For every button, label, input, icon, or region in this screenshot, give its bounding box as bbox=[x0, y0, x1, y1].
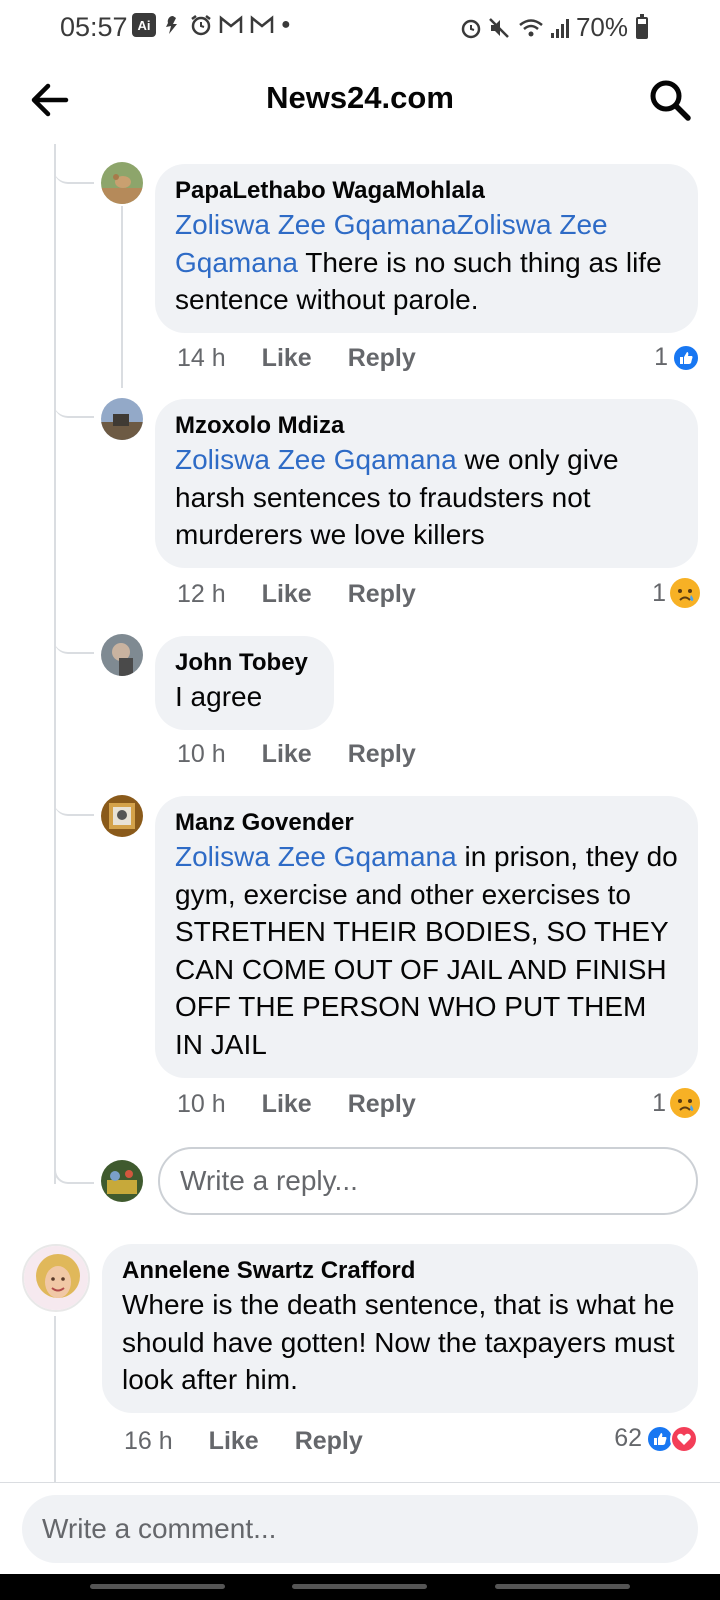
comment-bubble: Mzoxolo Mdiza Zoliswa Zee Gqamana we onl… bbox=[155, 399, 698, 568]
like-reaction-icon bbox=[672, 343, 700, 372]
comment-time[interactable]: 10 h bbox=[177, 740, 226, 769]
reply-button[interactable]: Reply bbox=[348, 580, 416, 609]
avatar[interactable] bbox=[101, 162, 143, 204]
sad-reaction-icon bbox=[670, 1088, 700, 1118]
reaction-summary[interactable]: 1 bbox=[652, 578, 700, 608]
nav-home-button[interactable] bbox=[292, 1584, 427, 1589]
mention-link[interactable]: Zoliswa Zee Gqamana bbox=[175, 444, 457, 475]
thread-branch bbox=[54, 160, 94, 184]
comment-bubble: Manz Govender Zoliswa Zee Gqamana in pri… bbox=[155, 796, 698, 1078]
thread-branch bbox=[54, 790, 94, 816]
avatar[interactable] bbox=[22, 1244, 90, 1312]
reaction-summary[interactable]: 1 bbox=[654, 343, 700, 372]
love-reaction-icon bbox=[670, 1424, 698, 1453]
comment-actions: 16 h Like Reply bbox=[124, 1427, 363, 1456]
comment-actions: 10 h Like Reply bbox=[177, 1090, 416, 1119]
comment-text: Zoliswa Zee Gqamana in prison, they do g… bbox=[175, 841, 678, 1060]
comment-input[interactable]: Write a comment... bbox=[22, 1495, 698, 1563]
battery-level bbox=[638, 23, 646, 37]
current-user-avatar bbox=[101, 1160, 143, 1202]
search-button[interactable] bbox=[646, 76, 694, 124]
reaction-count: 1 bbox=[652, 1088, 666, 1117]
page-title: News24.com bbox=[266, 80, 454, 115]
thread-line-main bbox=[54, 144, 56, 1184]
comment-author[interactable]: PapaLethabo WagaMohlala bbox=[175, 176, 678, 206]
comment-text: Zoliswa Zee Gqamana we only give harsh s… bbox=[175, 444, 619, 550]
reaction-summary[interactable]: 62 bbox=[614, 1424, 698, 1453]
comment-time[interactable]: 14 h bbox=[177, 344, 226, 373]
divider bbox=[0, 1482, 720, 1483]
comment-actions: 14 h Like Reply bbox=[177, 344, 416, 373]
nav-recents-button[interactable] bbox=[90, 1584, 225, 1589]
like-button[interactable]: Like bbox=[262, 580, 312, 609]
avatar[interactable] bbox=[101, 398, 143, 440]
wifi-icon bbox=[518, 15, 544, 41]
sad-reaction-icon bbox=[670, 578, 700, 608]
thread-branch bbox=[54, 392, 94, 418]
thread-branch bbox=[54, 1162, 94, 1184]
gmail-icon bbox=[250, 12, 274, 38]
signal-icon bbox=[550, 15, 570, 41]
thread-line-bottom bbox=[54, 1316, 56, 1482]
nav-back-button[interactable] bbox=[495, 1584, 630, 1589]
battery-icon bbox=[636, 13, 648, 39]
comment-author[interactable]: John Tobey bbox=[175, 648, 314, 678]
comment-bubble: PapaLethabo WagaMohlala Zoliswa Zee Gqam… bbox=[155, 164, 698, 333]
comment-author[interactable]: Mzoxolo Mdiza bbox=[175, 411, 678, 441]
alarm-icon bbox=[460, 15, 482, 41]
more-notifications-dot-icon: ● bbox=[281, 16, 291, 33]
comment-text: I agree bbox=[175, 681, 263, 712]
reply-button[interactable]: Reply bbox=[295, 1427, 363, 1456]
gmail-icon bbox=[219, 12, 243, 38]
reply-button[interactable]: Reply bbox=[348, 1090, 416, 1119]
like-button[interactable]: Like bbox=[262, 740, 312, 769]
reply-button[interactable]: Reply bbox=[348, 740, 416, 769]
reaction-count: 1 bbox=[654, 343, 668, 371]
ai-app-icon: Ai bbox=[132, 13, 156, 37]
system-icons: 70% bbox=[460, 12, 648, 43]
comment-author[interactable]: Annelene Swartz Crafford bbox=[122, 1256, 678, 1286]
search-icon bbox=[650, 80, 691, 121]
comment-bubble: John Tobey I agree bbox=[155, 636, 334, 730]
alarm-icon bbox=[190, 12, 212, 38]
comment-text: Zoliswa Zee GqamanaZoliswa Zee Gqamana T… bbox=[175, 209, 662, 315]
reply-button[interactable]: Reply bbox=[348, 344, 416, 373]
mute-icon bbox=[488, 15, 512, 41]
comment-actions: 12 h Like Reply bbox=[177, 580, 416, 609]
app-notification-icon bbox=[163, 12, 183, 38]
reaction-summary[interactable]: 1 bbox=[652, 1088, 700, 1118]
like-button[interactable]: Like bbox=[262, 1090, 312, 1119]
mention-link[interactable]: Zoliswa Zee Gqamana bbox=[175, 841, 457, 872]
thread-line-reply bbox=[121, 206, 123, 388]
thread-branch bbox=[54, 628, 94, 654]
app-header: News24.com bbox=[0, 60, 720, 144]
avatar[interactable] bbox=[101, 795, 143, 837]
avatar[interactable] bbox=[101, 634, 143, 676]
comment-time[interactable]: 12 h bbox=[177, 580, 226, 609]
like-button[interactable]: Like bbox=[262, 344, 312, 373]
reaction-count: 62 bbox=[614, 1424, 642, 1452]
status-time: 05:57 bbox=[60, 12, 128, 42]
comment-actions: 10 h Like Reply bbox=[177, 740, 416, 769]
reaction-count: 1 bbox=[652, 578, 666, 607]
notification-icons: Ai ● bbox=[132, 12, 291, 38]
like-button[interactable]: Like bbox=[209, 1427, 259, 1456]
battery-percent: 70% bbox=[575, 12, 628, 42]
status-bar: 05:57 Ai ● 70% bbox=[0, 0, 720, 54]
comment-bubble: Annelene Swartz Crafford Where is the de… bbox=[102, 1244, 698, 1413]
system-nav-bar bbox=[0, 1574, 720, 1600]
reply-input[interactable]: Write a reply... bbox=[158, 1147, 698, 1215]
comment-text: Where is the death sentence, that is wha… bbox=[122, 1289, 675, 1395]
comment-time[interactable]: 10 h bbox=[177, 1090, 226, 1119]
comment-author[interactable]: Manz Govender bbox=[175, 808, 678, 838]
comment-time[interactable]: 16 h bbox=[124, 1427, 173, 1456]
